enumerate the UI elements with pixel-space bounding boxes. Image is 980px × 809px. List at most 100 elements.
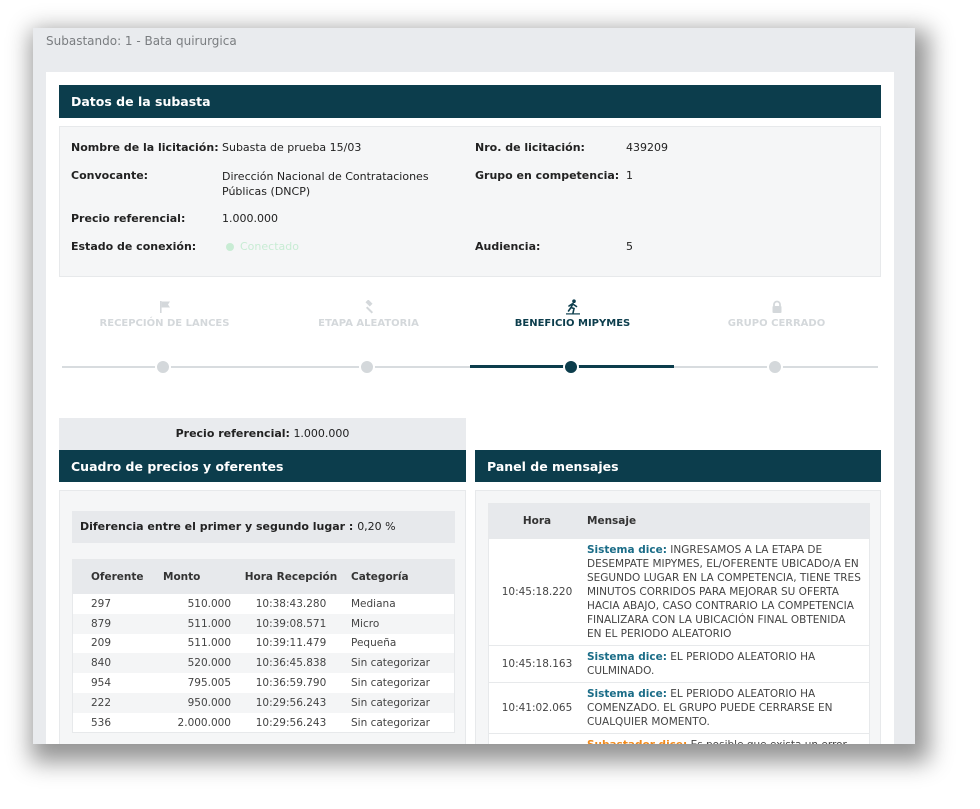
- cell-hora: 10:38:43.280: [255, 597, 327, 610]
- cell-monto: 511.000: [187, 637, 231, 650]
- app-window: Subastando: 1 - Bata quirurgica Datos de…: [33, 28, 915, 744]
- flag-icon: [62, 298, 267, 316]
- msg-sender: Subastador dice:: [587, 739, 687, 745]
- msg-hora: 10:36:54.011: [489, 732, 585, 744]
- grupo-value: 1: [626, 169, 633, 182]
- msg-content: Sistema dice: INGRESAMOS A LA ETAPA DE D…: [585, 537, 869, 645]
- precio-referencial-bar: Precio referencial: 1.000.000: [59, 418, 466, 450]
- msg-hora: 10:45:18.163: [489, 644, 585, 682]
- cell-hora: 10:29:56.243: [255, 716, 327, 729]
- cell-categoria: Sin categorizar: [351, 677, 430, 690]
- cell-oferente: 222: [73, 692, 153, 713]
- stage-label: BENEFICIO MIPYMES: [514, 318, 631, 329]
- cell-categoria: Mediana: [351, 597, 396, 610]
- cell-monto: 511.000: [153, 613, 241, 634]
- estado-value: Conectado: [226, 240, 299, 253]
- status-dot-icon: [226, 243, 234, 251]
- msg-sender: Sistema dice:: [587, 687, 667, 700]
- cell-oferente: 536: [91, 716, 112, 729]
- nombre-label: Nombre de la licitación:: [71, 141, 219, 154]
- msg-content: Sistema dice: EL PERIODO ALEATORIO HA CO…: [585, 681, 869, 733]
- diff-label: Diferencia entre el primer y segundo lug…: [80, 520, 354, 533]
- diferencia-bar: Diferencia entre el primer y segundo lug…: [72, 511, 455, 543]
- mensajes-header: Panel de mensajes: [475, 450, 881, 482]
- stage-node: [359, 359, 375, 375]
- lock-icon: [674, 298, 879, 316]
- cuadro-panel: Diferencia entre el primer y segundo lug…: [59, 490, 466, 744]
- precios-table-wrap: Oferente Monto Hora Recepción Categoría …: [72, 559, 455, 733]
- table-row: 879 511.000 10:39:08.571 Micro: [73, 613, 454, 634]
- cell-hora: 10:29:56.243: [241, 692, 341, 713]
- msg-hora: 10:41:02.065: [489, 681, 585, 733]
- msg-sender: Sistema dice:: [587, 543, 667, 556]
- convocante-label: Convocante:: [71, 169, 149, 182]
- cell-monto: 510.000: [187, 597, 231, 610]
- col-monto[interactable]: Monto: [153, 560, 241, 594]
- mensajes-table: Hora Mensaje 10:45:18.220 Sistema dice: I…: [489, 504, 869, 744]
- cell-hora: 10:36:45.838: [241, 653, 341, 674]
- cell-categoria: Micro: [341, 613, 454, 634]
- stage-recepcion: RECEPCIÓN DE LANCES: [62, 298, 267, 329]
- table-row: 209 511.000 10:39:11.479 Pequeña: [73, 634, 454, 654]
- col-oferente[interactable]: Oferente: [73, 560, 153, 594]
- col-hora[interactable]: Hora Recepción: [241, 560, 341, 594]
- stage-node: [767, 359, 783, 375]
- cell-categoria: Sin categorizar: [341, 692, 454, 713]
- col-categoria[interactable]: Categoría: [341, 560, 454, 594]
- list-item: 10:45:18.220 Sistema dice: INGRESAMOS A L…: [489, 537, 869, 645]
- stage-mipymes: BENEFICIO MIPYMES: [470, 298, 675, 329]
- datos-panel: Nombre de la licitación: Subasta de prue…: [59, 126, 881, 277]
- list-item: 10:36:54.011Subastador dice: Es posible …: [489, 732, 869, 745]
- precio-label: Precio referencial:: [71, 212, 186, 225]
- mensajes-panel: Hora Mensaje 10:45:18.220 Sistema dice: I…: [475, 490, 881, 744]
- msg-content: Subastador dice: Es posible que exista u…: [585, 732, 869, 745]
- cell-monto: 795.005: [187, 677, 231, 690]
- cell-hora: 10:39:08.571: [241, 613, 341, 634]
- stage-label: RECEPCIÓN DE LANCES: [99, 318, 230, 329]
- cuadro-header: Cuadro de precios y oferentes: [59, 450, 466, 482]
- precio-value: 1.000.000: [222, 212, 278, 225]
- table-row: 954 795.005 10:36:59.790 Sin categorizar: [73, 673, 454, 693]
- stage-progress: RECEPCIÓN DE LANCES ETAPA ALEATORIA BENE…: [59, 298, 881, 388]
- stage-node-active: [563, 359, 579, 375]
- main-card: Datos de la subasta Nombre de la licitac…: [46, 72, 894, 744]
- cell-categoria: Sin categorizar: [351, 716, 430, 729]
- gavel-icon: [266, 298, 471, 316]
- cell-categoria: Sin categorizar: [341, 653, 454, 674]
- stage-node: [155, 359, 171, 375]
- stage-aleatoria: ETAPA ALEATORIA: [266, 298, 471, 329]
- cell-oferente: 879: [73, 613, 153, 634]
- col-msg-hora: Hora: [489, 504, 585, 538]
- cell-oferente: 840: [73, 653, 153, 674]
- mensajes-table-wrap[interactable]: Hora Mensaje 10:45:18.220 Sistema dice: I…: [488, 503, 870, 744]
- audiencia-label: Audiencia:: [475, 240, 541, 253]
- msg-hora: 10:45:18.220: [489, 537, 585, 645]
- nro-value: 439209: [626, 141, 668, 154]
- list-item: 10:45:18.163 Sistema dice: EL PERIODO ALE…: [489, 644, 869, 682]
- cell-oferente: 954: [91, 677, 112, 690]
- nombre-value: Subasta de prueba 15/03: [222, 141, 362, 154]
- stage-cerrado: GRUPO CERRADO: [674, 298, 879, 329]
- grupo-label: Grupo en competencia:: [475, 169, 620, 182]
- pref-label: Precio referencial:: [175, 427, 290, 440]
- msg-sender: Sistema dice:: [587, 650, 667, 663]
- table-row: 222 950.000 10:29:56.243 Sin categorizar: [73, 692, 454, 713]
- convocante-value: Dirección Nacional de Contrataciones Púb…: [222, 170, 429, 198]
- precios-table: Oferente Monto Hora Recepción Categoría …: [73, 560, 454, 733]
- datos-header: Datos de la subasta: [59, 85, 881, 118]
- cell-categoria: Pequeña: [351, 637, 397, 650]
- stage-label: ETAPA ALEATORIA: [318, 318, 419, 329]
- cell-monto: 950.000: [153, 692, 241, 713]
- cell-hora: 10:39:11.479: [255, 637, 327, 650]
- page-title: Subastando: 1 - Bata quirurgica: [46, 34, 237, 48]
- estado-text: Conectado: [240, 240, 299, 253]
- cell-oferente: 209: [91, 637, 112, 650]
- msg-text: INGRESAMOS A LA ETAPA DE DESEMPATE MIPYM…: [587, 543, 861, 640]
- cell-hora: 10:36:59.790: [255, 677, 327, 690]
- cell-monto: 520.000: [153, 653, 241, 674]
- table-row: 840 520.000 10:36:45.838 Sin categorizar: [73, 653, 454, 674]
- table-row: 297 510.000 10:38:43.280 Mediana: [73, 594, 454, 614]
- cell-oferente: 297: [91, 597, 112, 610]
- nro-label: Nro. de licitación:: [475, 141, 585, 154]
- runner-icon: [470, 298, 675, 316]
